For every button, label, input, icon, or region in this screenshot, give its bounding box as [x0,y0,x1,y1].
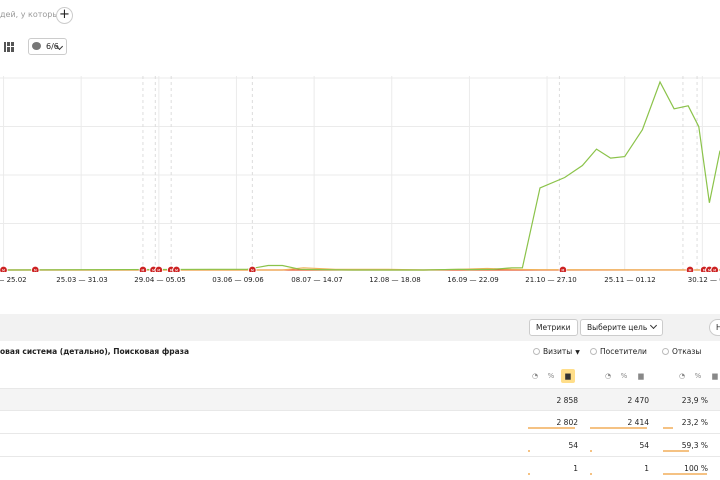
goal-select[interactable]: Выберите цель [580,319,664,336]
cell-bounce: 59,3 % [681,441,708,450]
table-row-total[interactable]: 2 858 2 470 23,9 % [0,388,720,410]
note-marker-label: м [713,268,716,272]
bar-chart-icon[interactable]: ▆ [561,369,575,383]
visits-share-bar [528,450,530,452]
x-tick-label: 12.08 — 18.08 [369,276,421,284]
x-tick-label: 16.09 — 22.09 [447,276,499,284]
table-toolbar: Метрики Выберите цель Н [0,314,720,341]
note-marker-label: м [152,268,155,272]
note-marker-label: м [2,268,5,272]
x-axis-labels: — 25.02 25.03 — 31.03 29.04 — 05.05 03.06 —… [0,276,720,288]
column-visits-label: Визиты [543,347,573,356]
visits-share-bar [528,473,530,475]
bounce-share-bar [663,450,689,452]
dimensions-title: овая система (детально), Поисковая фраза [0,347,190,356]
series-line-Визиты [0,80,720,271]
x-tick-label: 25.03 — 31.03 [56,276,108,284]
note-marker-label: м [708,268,711,272]
users-share-bar [590,450,592,452]
goal-select-label: Выберите цель [587,323,648,332]
cell-visits: 2 802 [556,418,578,427]
bounce-share-bar [663,427,674,429]
pie-chart-icon[interactable]: ◔ [675,369,689,383]
radio-icon[interactable] [590,348,597,355]
metrics-button[interactable]: Метрики [529,319,578,336]
note-marker-label: м [141,268,144,272]
users-share-bar [590,473,592,475]
bounce-share-bar [663,473,707,475]
cell-bounce: 23,9 % [681,396,708,405]
grouping-icon[interactable] [4,42,14,52]
segment-bar: дей, у которых + [0,0,720,34]
notes-dropdown[interactable]: 6/6 [28,38,67,55]
x-tick-label: 03.06 — 09.06 [212,276,264,284]
x-tick-label: 29.04 — 05.05 [134,276,186,284]
column-bounces-label: Отказы [672,347,702,356]
percent-icon[interactable]: % [544,369,558,383]
note-marker-label: м [251,268,254,272]
column-bounces[interactable]: Отказы [662,347,701,356]
chevron-down-icon [650,321,658,330]
cell-bounce: 100 % [684,464,708,473]
radio-icon[interactable] [662,348,669,355]
x-tick-label: 25.11 — 01.12 [604,276,656,284]
table-row[interactable]: 2 802 2 414 23,2 % [0,410,720,432]
note-marker-label: м [688,268,691,272]
visits-share-bar [528,427,576,429]
cell-bounce: 23,2 % [681,418,708,427]
x-tick-label: 08.07 — 14.07 [291,276,343,284]
column-users-label: Посетители [600,347,647,356]
column-users[interactable]: Посетители [590,347,647,356]
x-tick-label: — 25.02 [0,276,27,284]
radio-icon[interactable] [533,348,540,355]
percent-icon[interactable]: % [691,369,705,383]
cell-users: 54 [639,441,649,450]
segment-condition-text[interactable]: дей, у которых [0,10,63,19]
x-tick-label: 30.12 — 05 [687,276,720,284]
add-condition-button[interactable]: + [56,7,73,24]
cell-visits: 1 [573,464,578,473]
chart-canvas[interactable]: ммммммммммммм [0,76,720,272]
note-marker-label: м [170,268,173,272]
pie-chart-icon[interactable]: ◔ [528,369,542,383]
pie-chart-icon[interactable]: ◔ [601,369,615,383]
users-share-bar [590,427,647,429]
cell-users: 2 470 [627,396,649,405]
cell-visits: 54 [568,441,578,450]
comment-icon [32,42,41,50]
sort-desc-icon: ▼ [575,349,580,356]
bar-chart-icon[interactable]: ▆ [708,369,720,383]
line-chart[interactable]: ммммммммммммм [0,76,720,272]
chart-toolbar: 6/6 [0,38,720,58]
note-marker-label: м [157,268,160,272]
note-marker-label: м [703,268,706,272]
percent-icon[interactable]: % [617,369,631,383]
cell-visits: 2 858 [556,396,578,405]
column-visits[interactable]: Визиты ▼ [533,347,580,356]
bar-chart-icon[interactable]: ▆ [634,369,648,383]
table-row[interactable]: 1 1 100 % [0,456,720,478]
extra-button[interactable]: Н [709,319,720,336]
table-row[interactable]: 54 54 59,3 % [0,433,720,455]
x-tick-label: 21.10 — 27.10 [525,276,577,284]
note-marker-label: м [561,268,564,272]
cell-users: 1 [644,464,649,473]
cell-users: 2 414 [627,418,649,427]
note-marker-label: м [34,268,37,272]
note-marker-label: м [175,268,178,272]
